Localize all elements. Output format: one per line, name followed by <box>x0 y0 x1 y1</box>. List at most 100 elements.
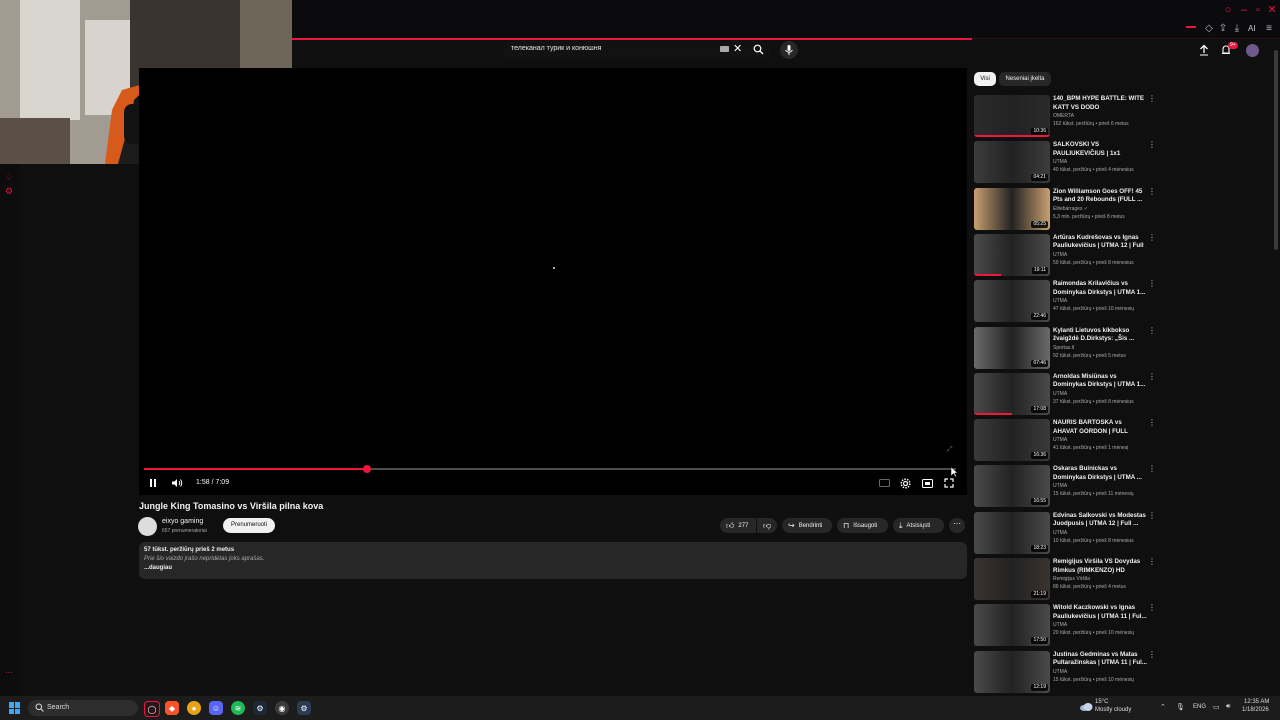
settings-app-icon[interactable]: ⚙ <box>297 701 311 715</box>
video-thumbnail[interactable]: 17:50 <box>974 604 1050 647</box>
recommended-video[interactable]: 22:46 Raimondas Krilavičius vs Dominykas … <box>974 280 1160 323</box>
microphone-tray-icon[interactable]: 🎙︎ <box>1176 703 1185 711</box>
ai-assistant-button[interactable]: AI <box>1248 24 1256 33</box>
recommended-video[interactable]: 21:19 Remigijus Viršila VS Dovydas Rimkus… <box>974 558 1160 600</box>
app-icon-red[interactable]: ◉ <box>275 701 289 715</box>
dislike-button[interactable]: 👎︎ <box>757 518 777 533</box>
search-icon[interactable] <box>753 44 764 55</box>
chevron-up-icon[interactable]: ⌃ <box>1160 703 1166 711</box>
share-button[interactable]: ↪ Bendrinti <box>782 518 832 533</box>
weather-condition[interactable]: Mostly cloudy <box>1095 707 1131 713</box>
video-thumbnail[interactable]: 18:23 <box>974 511 1050 554</box>
recommended-title[interactable]: Raimondas Krilavičius vs Dominykas Dirks… <box>1053 280 1147 297</box>
video-thumbnail[interactable]: 10:36 <box>974 95 1050 137</box>
captions-button[interactable] <box>877 476 891 490</box>
video-thumbnail[interactable]: 04:21 <box>974 141 1050 184</box>
recommended-channel[interactable]: UTMA <box>1053 391 1067 397</box>
more-options-icon[interactable]: ⋮ <box>1148 465 1156 473</box>
discord-app-icon[interactable]: ☺ <box>209 701 223 715</box>
video-thumbnail[interactable]: 07:46 <box>974 326 1050 369</box>
account-avatar[interactable] <box>1246 44 1259 57</box>
steam-app-icon[interactable]: ⚙ <box>253 701 267 715</box>
recommended-video[interactable]: 17:08 Arnoldas Misiūnas vs Dominykas Dirk… <box>974 372 1160 415</box>
maximize-icon[interactable]: ▫ <box>1252 4 1264 16</box>
recommended-video[interactable]: 12:19 Justinas Gedminas vs Matas Pultaraž… <box>974 650 1160 693</box>
show-more-link[interactable]: ...daugiau <box>144 565 172 571</box>
recommended-channel[interactable]: UTMA <box>1053 298 1067 304</box>
spotify-app-icon[interactable]: ≋ <box>231 701 245 715</box>
video-thumbnail[interactable]: 16:55 <box>974 465 1050 508</box>
more-options-icon[interactable]: ⋮ <box>1148 372 1156 381</box>
subscribe-button[interactable]: Prenumeruoti <box>223 518 275 533</box>
minimize-icon[interactable]: ○ <box>1222 4 1234 16</box>
chip-all[interactable]: Visi <box>974 72 996 86</box>
language-indicator[interactable]: ENG <box>1193 704 1206 710</box>
recommended-title[interactable]: Edvinas Šalkovski vs Modestas Juodpusis … <box>1053 512 1147 529</box>
recommended-channel[interactable]: Elitebarrages ✓ <box>1053 206 1088 212</box>
video-player[interactable] <box>139 68 967 495</box>
recommended-title[interactable]: Kylanti Lietuvos kikbokso žvaigždė D.Dir… <box>1053 327 1147 344</box>
recommended-video[interactable]: 05:25 Zion Williamson Goes OFF! 45 Pts an… <box>974 187 1160 230</box>
download-icon[interactable]: ⤓ <box>1230 22 1244 36</box>
scrollbar[interactable] <box>1274 50 1278 250</box>
weather-temperature[interactable]: 15°C <box>1095 699 1108 705</box>
recommended-title[interactable]: Remigijus Viršila VS Dovydas Rimkus (RIM… <box>1053 558 1147 575</box>
monitor-icon[interactable]: ▭ <box>1213 703 1220 711</box>
video-thumbnail[interactable]: 19:11 <box>974 233 1050 276</box>
recommended-channel[interactable]: UTMA <box>1053 252 1067 258</box>
video-thumbnail[interactable]: 17:08 <box>974 372 1050 415</box>
more-actions-button[interactable]: ⋯ <box>949 518 965 533</box>
recommended-channel[interactable]: UTMA <box>1053 437 1067 443</box>
settings-button[interactable] <box>898 476 912 490</box>
recommended-video[interactable]: 17:50 Witold Kaczkowski vs Ignas Pauliuke… <box>974 604 1160 647</box>
opera-gx-app-icon[interactable]: ◯ <box>144 701 160 717</box>
recommended-title[interactable]: Artūras Kudrešovas vs Ignas Pauliukeviči… <box>1053 234 1147 251</box>
sidebar-toggle-icon[interactable]: ⋯ <box>5 668 15 678</box>
channel-name[interactable]: eixyo gaming <box>162 518 203 525</box>
more-options-icon[interactable]: ⋮ <box>1148 604 1156 612</box>
more-options-icon[interactable]: ⋮ <box>1148 187 1156 196</box>
create-upload-icon[interactable] <box>1198 44 1210 56</box>
recommended-title[interactable]: 140_BPM HYPE BATTLE: WITE KATT VS DODO <box>1053 95 1147 112</box>
recommended-channel[interactable]: OMERTA <box>1053 113 1074 119</box>
extension-icon[interactable]: ◇ <box>1202 22 1216 36</box>
close-window-icon[interactable]: ✕ <box>1266 4 1278 16</box>
brave-app-icon[interactable]: ◆ <box>165 701 179 715</box>
recommended-title[interactable]: NAURIS BARTOŠKA vs AHAVAT GORDON | FULL … <box>1053 419 1147 436</box>
recommended-video[interactable]: 18:23 Edvinas Šalkovski vs Modestas Juodp… <box>974 511 1160 554</box>
clear-search-icon[interactable]: ✕ <box>733 43 742 55</box>
recommended-channel[interactable]: UTMA <box>1053 483 1067 489</box>
fullscreen-button[interactable] <box>942 476 956 490</box>
more-options-icon[interactable]: ⋮ <box>1148 95 1156 103</box>
recommended-channel[interactable]: UTMA <box>1053 669 1067 675</box>
more-options-icon[interactable]: ⋮ <box>1148 511 1156 520</box>
clock-date[interactable]: 1/18/2026 <box>1242 707 1269 713</box>
more-options-icon[interactable]: ⋮ <box>1148 141 1156 149</box>
recommended-channel[interactable]: Sportas.lt <box>1053 345 1074 351</box>
windows-start-icon[interactable] <box>9 702 21 714</box>
keyboard-icon[interactable] <box>720 46 729 52</box>
recommended-title[interactable]: Witold Kaczkowski vs Ignas Pauliukevičiu… <box>1053 604 1147 621</box>
recommended-video[interactable]: 04:21 ŠALKOVSKI VS PAULIUKEVIČIUS | 1x1 UT… <box>974 141 1160 184</box>
recommended-video[interactable]: 16:36 NAURIS BARTOŠKA vs AHAVAT GORDON | … <box>974 419 1160 462</box>
recommended-channel[interactable]: UTMA <box>1053 622 1067 628</box>
menu-icon[interactable]: ≡ <box>1262 22 1276 36</box>
recommended-title[interactable]: Justinas Gedminas vs Matas Pultaražinska… <box>1053 651 1147 668</box>
video-thumbnail[interactable]: 12:19 <box>974 650 1050 693</box>
taskbar-search[interactable] <box>28 700 138 716</box>
recommended-channel[interactable]: Remigijus Viršila <box>1053 576 1090 582</box>
video-thumbnail[interactable]: 05:25 <box>974 187 1050 230</box>
recommended-title[interactable]: ŠALKOVSKI VS PAULIUKEVIČIUS | 1x1 <box>1053 141 1147 158</box>
chrome-app-icon[interactable]: ● <box>187 701 201 715</box>
search-input[interactable]: телеканал турик и конюшня <box>511 45 601 52</box>
minimize-window-icon[interactable]: – <box>1238 4 1250 16</box>
volume-tray-icon[interactable]: 🔊︎ <box>1226 703 1230 711</box>
clock-time[interactable]: 12:35 AM <box>1244 699 1269 705</box>
recommended-video[interactable]: 19:11 Artūras Kudrešovas vs Ignas Pauliuk… <box>974 233 1160 276</box>
voice-search-button[interactable] <box>780 41 798 59</box>
more-options-icon[interactable]: ⋮ <box>1148 419 1156 427</box>
video-thumbnail[interactable]: 16:36 <box>974 419 1050 462</box>
video-thumbnail[interactable]: 21:19 <box>974 558 1050 600</box>
recommended-video[interactable]: 10:36 140_BPM HYPE BATTLE: WITE KATT VS D… <box>974 95 1160 137</box>
app-icon[interactable]: ♢ <box>5 172 15 182</box>
